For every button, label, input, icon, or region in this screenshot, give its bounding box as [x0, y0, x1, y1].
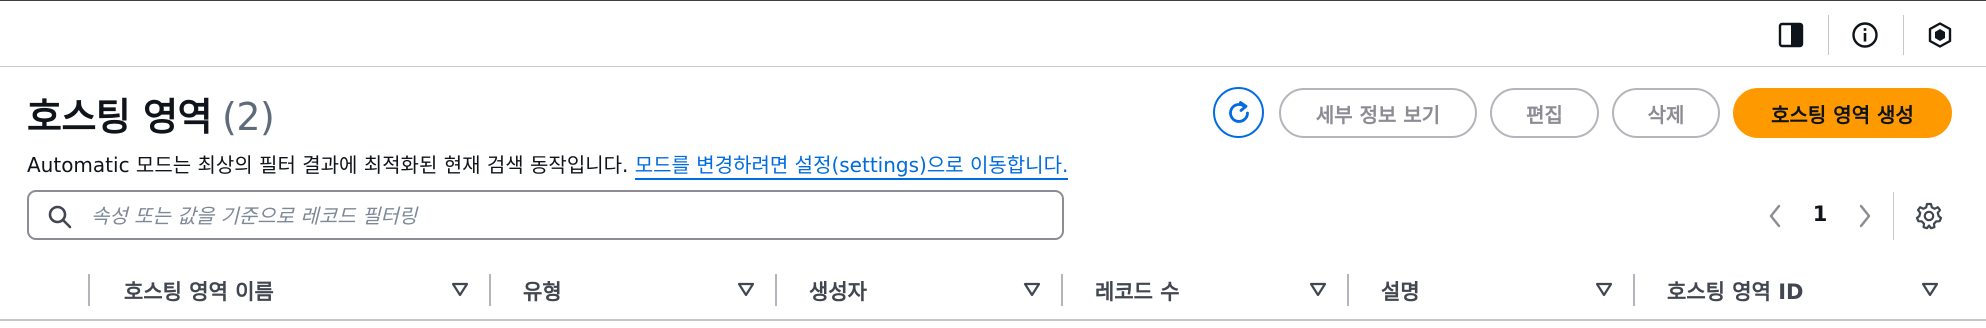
- search-mode-description: Automatic 모드는 최상의 필터 결과에 최적화된 현재 검색 동작입니…: [27, 149, 1069, 180]
- filter-search-box: [27, 190, 1064, 240]
- chevron-right-icon: [1859, 204, 1871, 228]
- info-icon[interactable]: [1849, 19, 1881, 51]
- refresh-button[interactable]: [1213, 87, 1264, 138]
- column-header-created-by[interactable]: 생성자: [809, 276, 867, 306]
- sort-down-icon[interactable]: [737, 280, 755, 298]
- sort-down-icon[interactable]: [1309, 280, 1327, 298]
- page-title: 호스팅 영역 (2): [27, 86, 275, 141]
- panel-icon[interactable]: [1775, 19, 1807, 51]
- settings-link[interactable]: 모드를 변경하려면 설정(settings)으로 이동합니다.: [634, 153, 1069, 180]
- column-divider[interactable]: [489, 274, 491, 306]
- item-count: (2): [222, 95, 275, 139]
- sort-down-icon[interactable]: [1921, 280, 1939, 298]
- delete-button[interactable]: 삭제: [1612, 88, 1720, 138]
- sort-down-icon[interactable]: [451, 280, 469, 298]
- top-utility-bar: [0, 0, 1986, 67]
- column-divider: [88, 274, 90, 306]
- column-header-hosted-zone-id[interactable]: 호스팅 영역 ID: [1667, 276, 1803, 306]
- edit-button[interactable]: 편집: [1490, 88, 1599, 138]
- search-input[interactable]: [89, 200, 1053, 232]
- column-divider[interactable]: [1633, 274, 1635, 306]
- description-text: Automatic 모드는 최상의 필터 결과에 최적화된 현재 검색 동작입니…: [27, 153, 635, 177]
- pagination-divider: [1893, 192, 1894, 240]
- preferences-button[interactable]: [1914, 201, 1944, 231]
- sort-down-icon[interactable]: [1023, 280, 1041, 298]
- column-divider[interactable]: [775, 274, 777, 306]
- table-header: 호스팅 영역 이름 유형 생성자 레코드 수 설명 호스팅 영역 ID: [0, 267, 1986, 321]
- gear-icon: [1915, 202, 1943, 230]
- page-title-text: 호스팅 영역: [27, 95, 213, 139]
- column-divider[interactable]: [1347, 274, 1349, 306]
- current-page-number[interactable]: 1: [1808, 202, 1832, 226]
- column-header-hosted-zone-name[interactable]: 호스팅 영역 이름: [124, 276, 274, 306]
- next-page-button[interactable]: [1852, 203, 1878, 229]
- column-divider[interactable]: [1061, 274, 1063, 306]
- chevron-left-icon: [1769, 204, 1781, 228]
- view-details-button[interactable]: 세부 정보 보기: [1279, 88, 1477, 138]
- column-header-record-count[interactable]: 레코드 수: [1095, 276, 1180, 306]
- toolbar-divider: [1903, 15, 1904, 55]
- previous-page-button[interactable]: [1762, 203, 1788, 229]
- column-header-description[interactable]: 설명: [1381, 276, 1420, 306]
- refresh-icon: [1228, 100, 1249, 123]
- search-icon: [48, 205, 72, 229]
- sort-down-icon[interactable]: [1595, 280, 1613, 298]
- create-hosted-zone-button[interactable]: 호스팅 영역 생성: [1733, 88, 1952, 138]
- cube-icon[interactable]: [1924, 19, 1956, 51]
- toolbar-divider: [1828, 15, 1829, 55]
- column-header-type[interactable]: 유형: [523, 276, 562, 306]
